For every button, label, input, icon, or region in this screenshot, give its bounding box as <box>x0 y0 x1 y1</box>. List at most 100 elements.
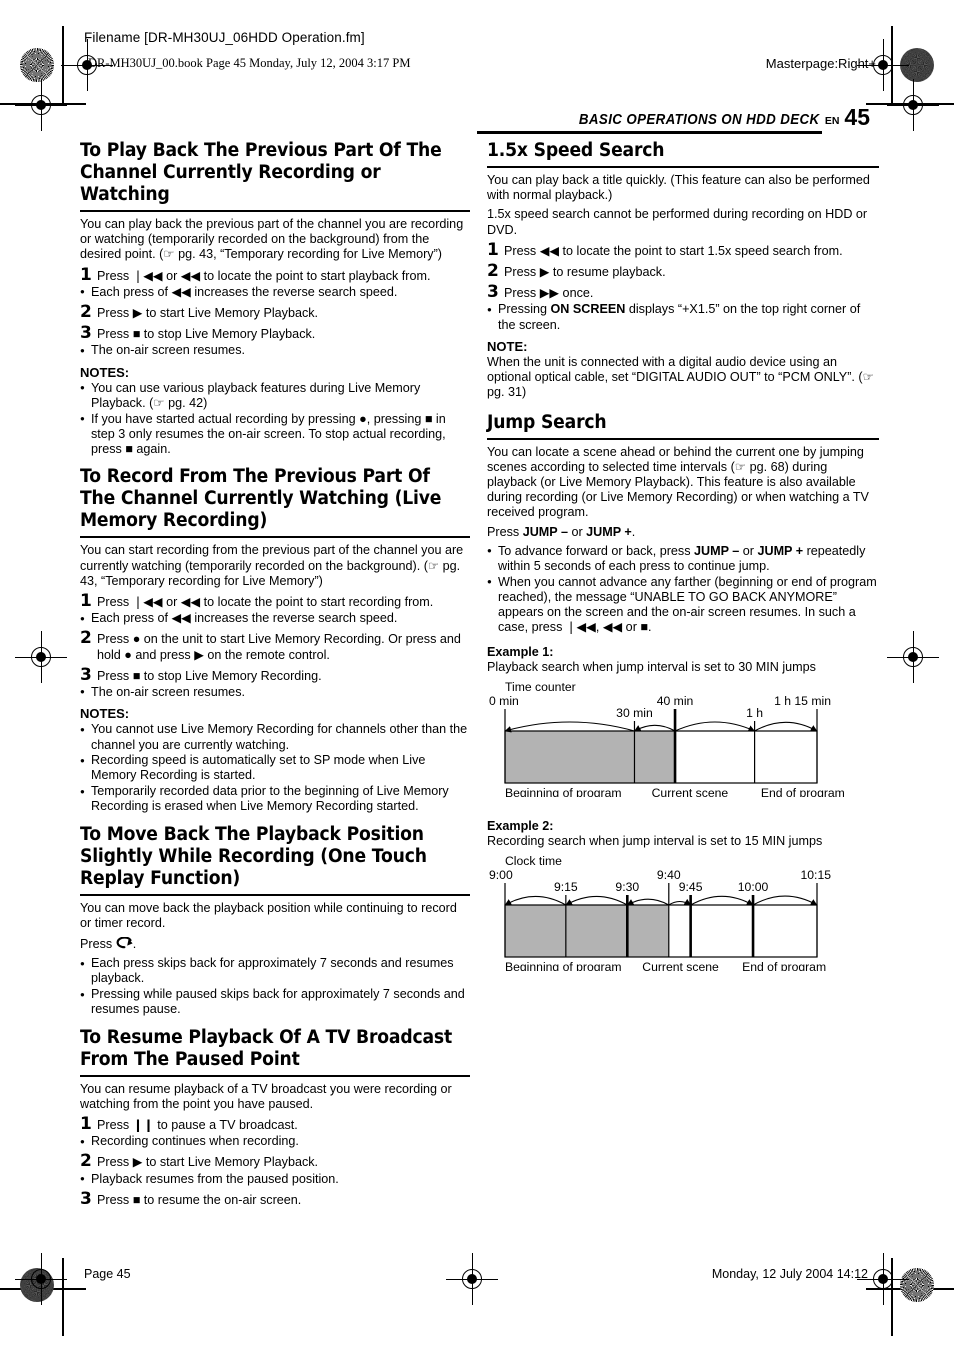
section-heading-resume-paused: To Resume Playback Of A TV Broadcast Fro… <box>80 1026 452 1070</box>
step-item: 1 Press ◀◀ to locate the point to start … <box>487 239 879 260</box>
jump-plus-keyword: JUMP + <box>586 524 632 539</box>
list-item: Recording speed is automatically set to … <box>80 753 470 783</box>
step-number: 3 <box>80 1188 92 1209</box>
section-intro-record-previous: You can start recording from the previou… <box>80 543 464 588</box>
heading-rule <box>487 166 879 168</box>
speed-search-intro-2: 1.5x speed search cannot be performed du… <box>487 207 868 237</box>
step-item: 1 Press ❙❙ to pause a TV broadcast. <box>80 1115 470 1133</box>
note-text: When the unit is connected with a digita… <box>487 355 874 400</box>
registration-mark-corner-right <box>887 79 939 131</box>
list-item: Temporarily recorded data prior to the b… <box>80 784 470 814</box>
step-item: 2 Press ▶ to start Live Memory Playback. <box>80 1151 470 1172</box>
registration-mark-mid-right <box>887 631 939 683</box>
notes-label: NOTES: <box>80 706 130 722</box>
running-head-lang: EN <box>824 114 840 127</box>
notes-list: You cannot use Live Memory Recording for… <box>80 722 470 814</box>
svg-text:30 min: 30 min <box>616 706 653 720</box>
step-item: 3 Press ■ to stop Live Memory Playback. <box>80 323 470 344</box>
bullet-list: Recording continues when recording. <box>80 1134 470 1149</box>
list-item: To advance forward or back, press JUMP –… <box>487 543 879 574</box>
registration-mark-bottom-right <box>857 1253 909 1305</box>
example-1-figure: Time counter 0 min 30 min 40 min 1 h 1 h 15 m… <box>487 679 879 797</box>
example-1-label: Example 1: <box>487 644 554 659</box>
density-patch-top-left <box>20 48 54 82</box>
svg-text:End of program: End of program <box>761 786 845 797</box>
section-heading-record-previous: To Record From The Previous Part Of The … <box>80 466 442 532</box>
speed-search-intro-1: You can play back a title quickly. (This… <box>487 173 870 203</box>
list-item: Pressing while paused skips back for app… <box>80 987 470 1017</box>
step-item: 2 Press ▶ to resume playback. <box>487 263 879 280</box>
notes-list: You can use various playback features du… <box>80 380 470 458</box>
jump-press-line: Press JUMP – or JUMP +. <box>487 524 636 539</box>
step-text: Press ■ to resume the on-air screen. <box>97 1192 302 1207</box>
example-1-description: Playback search when jump interval is se… <box>487 659 816 674</box>
jump-minus-keyword: JUMP – <box>522 524 568 539</box>
step-item: 3 Press ■ to resume the on-air screen. <box>80 1188 470 1209</box>
svg-text:9:30: 9:30 <box>615 880 639 894</box>
footer-page-label: Page 45 <box>84 1267 131 1281</box>
trim-line-vert-left-bottom <box>62 1258 64 1336</box>
svg-text:0 min: 0 min <box>489 694 519 708</box>
example-2-label: Example 2: <box>487 818 554 833</box>
svg-text:Current scene: Current scene <box>652 786 729 797</box>
step-number: 3 <box>80 323 92 344</box>
step-text: Press ❘◀◀ or ◀◀ to locate the point to s… <box>97 594 434 609</box>
step-number: 3 <box>80 664 92 685</box>
step-item: 2 Press ● on the unit to start Live Memo… <box>80 630 470 662</box>
heading-rule <box>80 893 470 896</box>
svg-text:Time counter: Time counter <box>505 680 576 694</box>
step-text: Press ■ to stop Live Memory Playback. <box>97 327 316 342</box>
bullet-list: To advance forward or back, press JUMP –… <box>487 543 879 636</box>
step-text: Press ● on the unit to start Live Memory… <box>97 632 461 662</box>
step-item: 1 Press ❘◀◀ or ◀◀ to locate the point to… <box>80 266 470 284</box>
svg-text:10:00: 10:00 <box>738 880 769 894</box>
header-bookline: DR-MH30UJ_00.book Page 45 Monday, July 1… <box>88 56 411 70</box>
section-heading-one-touch-replay: To Move Back The Playback Position Sligh… <box>80 823 427 889</box>
list-item: If you have started actual recording by … <box>80 411 470 458</box>
press-suffix: . <box>132 937 137 951</box>
step-number: 1 <box>487 239 499 260</box>
running-head-number: 45 <box>844 104 870 130</box>
svg-text:1 h: 1 h <box>746 706 763 720</box>
section-heading-speed-search: 1.5x Speed Search <box>487 140 665 161</box>
example-2-description: Recording search when jump interval is s… <box>487 834 823 849</box>
step-text: Press ▶▶ once. <box>504 286 594 301</box>
registration-mark-bottom-left <box>15 1253 67 1305</box>
step-text: Press ❘◀◀ or ◀◀ to locate the point to s… <box>97 268 431 283</box>
step-text: Press ■ to stop Live Memory Recording. <box>97 668 322 683</box>
step-text: Press ▶ to start Live Memory Playback. <box>97 1155 319 1170</box>
svg-text:1 h 15 min: 1 h 15 min <box>774 694 831 708</box>
heading-rule <box>487 437 879 440</box>
registration-mark-mid-left <box>15 631 67 683</box>
heading-rule <box>80 210 470 212</box>
jump-plus-keyword: JUMP + <box>757 543 804 558</box>
step-number: 2 <box>80 1151 92 1172</box>
list-item: Each press skips back for approximately … <box>80 956 470 986</box>
step-text: Press ▶ to start Live Memory Playback. <box>97 306 319 321</box>
svg-text:9:15: 9:15 <box>554 880 578 894</box>
list-item: Each press of ◀◀ increases the reverse s… <box>80 611 470 626</box>
list-item: When you cannot advance any farther (beg… <box>487 574 879 636</box>
footer-date-label: Monday, 12 July 2004 14:12 <box>711 1267 868 1281</box>
step-text: Press ❙❙ to pause a TV broadcast. <box>97 1117 298 1132</box>
list-item: Recording continues when recording. <box>80 1134 470 1149</box>
running-head-title: BASIC OPERATIONS ON HDD DECK <box>579 111 820 128</box>
section-intro-resume-paused: You can resume playback of a TV broadcas… <box>80 1081 452 1111</box>
header-rule <box>477 131 822 134</box>
section-heading-jump-search: Jump Search <box>487 411 607 433</box>
registration-mark-bottom-center <box>446 1253 498 1305</box>
list-item: You cannot use Live Memory Recording for… <box>80 722 470 752</box>
jump-minus-keyword: JUMP – <box>694 543 740 558</box>
header-masterpage: Masterpage:Right+ <box>765 56 876 71</box>
heading-rule <box>80 1074 470 1077</box>
bullet-list: Pressing ON SCREEN displays “+X1.5” on t… <box>487 302 879 332</box>
bullet-list: Each press of ◀◀ increases the reverse s… <box>80 611 470 626</box>
right-column: 1.5x Speed Search You can play back a ti… <box>487 140 879 971</box>
heading-rule <box>80 536 470 539</box>
step-item: 2 Press ▶ to start Live Memory Playback. <box>80 304 470 321</box>
bullet-list: Playback resumes from the paused positio… <box>80 1171 470 1187</box>
jump-search-intro: You can locate a scene ahead or behind t… <box>487 444 869 520</box>
list-item: Pressing ON SCREEN displays “+X1.5” on t… <box>487 302 879 332</box>
list-item: The on-air screen resumes. <box>80 343 470 358</box>
step-item: 3 Press ▶▶ once. <box>487 284 879 301</box>
